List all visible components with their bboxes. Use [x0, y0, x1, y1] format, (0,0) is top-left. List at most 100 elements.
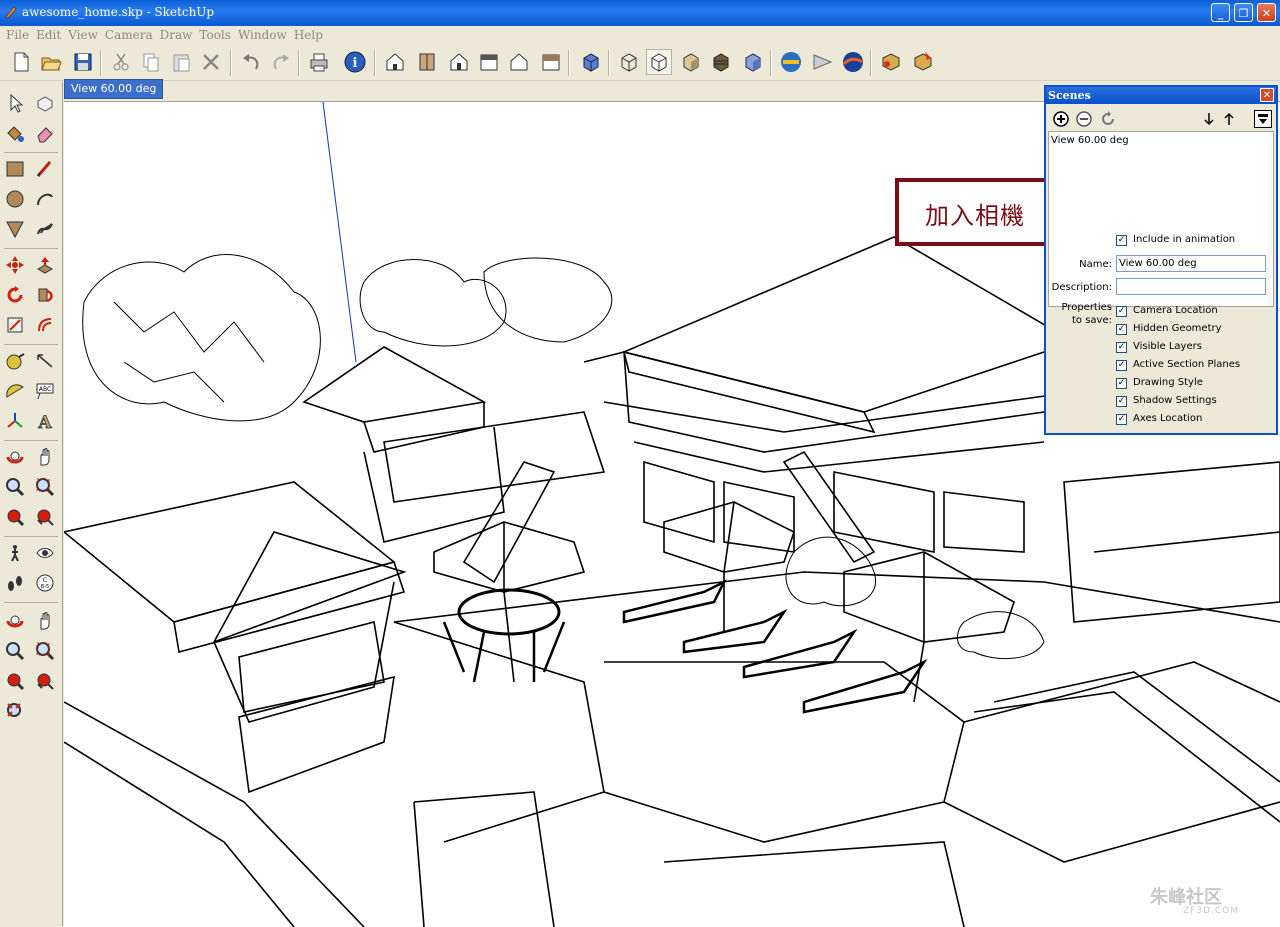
menu-camera[interactable]: Camera	[101, 26, 156, 42]
make-component-icon[interactable]	[32, 90, 58, 116]
left-view-icon[interactable]	[538, 49, 564, 75]
previous-view-icon[interactable]	[2, 504, 28, 530]
previous2-icon[interactable]	[2, 668, 28, 694]
polygon-icon[interactable]	[2, 216, 28, 242]
zoom-window-icon[interactable]	[32, 474, 58, 500]
get-models-icon[interactable]	[778, 49, 804, 75]
scene-list-item[interactable]: View 60.00 deg	[1051, 135, 1129, 146]
open-icon[interactable]	[38, 49, 64, 75]
menu-draw[interactable]: Draw	[156, 26, 196, 42]
protractor-icon[interactable]	[2, 378, 28, 404]
zoom-extents-icon[interactable]	[32, 504, 58, 530]
zoom2-icon[interactable]	[2, 638, 28, 664]
menu-view[interactable]: View	[64, 26, 101, 42]
hide-details-icon[interactable]	[1254, 110, 1272, 128]
next-view-icon[interactable]	[32, 668, 58, 694]
circle-icon[interactable]	[2, 186, 28, 212]
shadow-settings-checkbox[interactable]: ✓	[1116, 396, 1127, 407]
drawing-style-checkbox[interactable]: ✓	[1116, 378, 1127, 389]
visible-layers-checkbox[interactable]: ✓	[1116, 342, 1127, 353]
iso-view-icon[interactable]	[382, 49, 408, 75]
menu-window[interactable]: Window	[234, 26, 290, 42]
top-view-icon[interactable]	[414, 49, 440, 75]
wireframe-icon[interactable]	[616, 49, 642, 75]
pan2-icon[interactable]	[32, 608, 58, 634]
eraser-icon[interactable]	[32, 120, 58, 146]
3d-text-icon[interactable]: A	[32, 408, 58, 434]
axes-location-checkbox[interactable]: ✓	[1116, 414, 1127, 425]
right-view-icon[interactable]	[476, 49, 502, 75]
back-view-icon[interactable]	[506, 49, 532, 75]
line-icon[interactable]	[32, 156, 58, 182]
print-icon[interactable]	[306, 49, 332, 75]
scale-icon[interactable]	[2, 312, 28, 338]
camera-location-checkbox[interactable]: ✓	[1116, 306, 1127, 317]
walk-icon[interactable]	[2, 540, 28, 566]
copy-icon[interactable]	[138, 49, 164, 75]
scene-name-input[interactable]	[1116, 255, 1266, 272]
menu-help[interactable]: Help	[290, 26, 326, 42]
component-share-icon[interactable]	[910, 49, 936, 75]
model-info-icon[interactable]: i	[342, 49, 368, 75]
minimize-button[interactable]: _	[1211, 3, 1230, 22]
window-title: awesome_home.skp - SketchUp	[22, 5, 215, 19]
push-pull-icon[interactable]	[32, 252, 58, 278]
maximize-button[interactable]: ❐	[1234, 3, 1253, 22]
menu-tools[interactable]: Tools	[195, 26, 234, 42]
save-icon[interactable]	[70, 49, 96, 75]
rotate-icon[interactable]	[2, 282, 28, 308]
offset-icon[interactable]	[32, 312, 58, 338]
move-scene-up-icon[interactable]	[1220, 110, 1238, 128]
zoom-extents2-icon[interactable]	[2, 698, 28, 724]
share-model-icon[interactable]	[810, 49, 836, 75]
zoom-window2-icon[interactable]	[32, 638, 58, 664]
annotation-text: 加入相機	[925, 202, 1025, 230]
menu-edit[interactable]: Edit	[32, 26, 64, 42]
monochrome-icon[interactable]	[740, 49, 766, 75]
tape-measure-icon[interactable]	[2, 348, 28, 374]
zoom-icon[interactable]	[2, 474, 28, 500]
new-icon[interactable]	[8, 49, 34, 75]
move-icon[interactable]	[2, 252, 28, 278]
freehand-icon[interactable]	[32, 216, 58, 242]
look-around-icon[interactable]	[32, 540, 58, 566]
scene-tab[interactable]: View 60.00 deg	[64, 79, 164, 99]
text-icon[interactable]: ABC	[32, 378, 58, 404]
include-in-animation-checkbox[interactable]: ✓	[1116, 235, 1127, 246]
shaded-texture-icon[interactable]	[708, 49, 734, 75]
redo-icon[interactable]	[268, 49, 294, 75]
add-scene-icon[interactable]	[1052, 110, 1070, 128]
axes-icon[interactable]	[2, 408, 28, 434]
active-section-planes-checkbox[interactable]: ✓	[1116, 360, 1127, 371]
paint-bucket-icon[interactable]	[2, 120, 28, 146]
cut-icon[interactable]	[108, 49, 134, 75]
erase-icon[interactable]	[198, 49, 224, 75]
scene-description-input[interactable]	[1116, 278, 1266, 295]
google-earth-icon[interactable]	[840, 49, 866, 75]
orbit-icon[interactable]	[2, 444, 28, 470]
position-camera-icon[interactable]	[2, 570, 28, 596]
hidden-geometry-checkbox[interactable]: ✓	[1116, 324, 1127, 335]
move-scene-down-icon[interactable]	[1200, 110, 1218, 128]
follow-me-icon[interactable]	[32, 282, 58, 308]
close-button[interactable]: ✕	[1257, 3, 1276, 22]
shaded-icon[interactable]	[678, 49, 704, 75]
arc-icon[interactable]	[32, 186, 58, 212]
rectangle-icon[interactable]	[2, 156, 28, 182]
xray-icon[interactable]	[578, 49, 604, 75]
update-scene-icon[interactable]	[1099, 110, 1117, 128]
select-icon[interactable]	[2, 90, 28, 116]
menu-file[interactable]: File	[0, 26, 32, 42]
front-view-icon[interactable]	[446, 49, 472, 75]
component-icon[interactable]	[878, 49, 904, 75]
remove-scene-icon[interactable]	[1075, 110, 1093, 128]
hidden-line-icon[interactable]	[646, 49, 672, 75]
orbit2-icon[interactable]	[2, 608, 28, 634]
paste-icon[interactable]	[168, 49, 194, 75]
pan-icon[interactable]	[32, 444, 58, 470]
section-plane-icon[interactable]: C B-5	[32, 570, 58, 596]
scenes-close-button[interactable]: ✕	[1260, 88, 1274, 102]
undo-icon[interactable]	[238, 49, 264, 75]
main-toolbar: i	[0, 46, 1280, 81]
dimension-icon[interactable]	[32, 348, 58, 374]
